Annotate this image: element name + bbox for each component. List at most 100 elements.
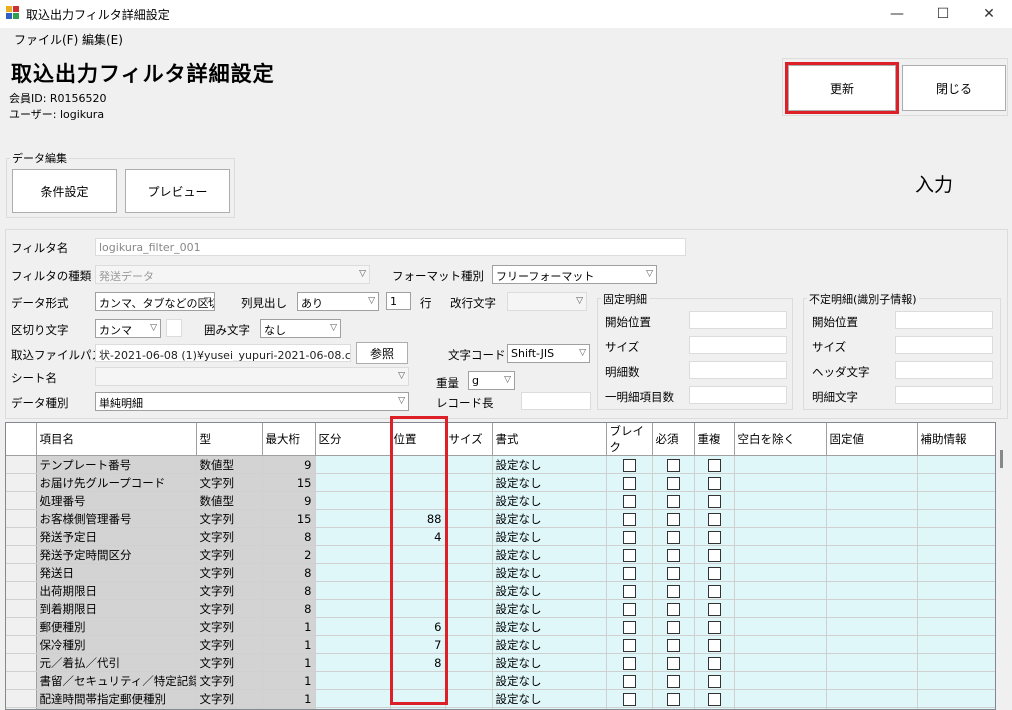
- trim-blank-cell[interactable]: [734, 527, 827, 546]
- trim-blank-cell[interactable]: [734, 509, 827, 528]
- type-cell[interactable]: 数値型: [196, 455, 263, 474]
- checkbox[interactable]: [666, 584, 680, 598]
- checkbox[interactable]: [666, 620, 680, 634]
- checkbox[interactable]: [622, 674, 636, 688]
- duplicate-checkbox-cell[interactable]: [694, 581, 735, 600]
- duplicate-checkbox-cell[interactable]: [694, 545, 735, 564]
- break-checkbox-cell[interactable]: [606, 689, 653, 708]
- checkbox[interactable]: [622, 638, 636, 652]
- table-row[interactable]: 処理番号 数値型 9 設定なし: [6, 491, 995, 510]
- item-name-cell[interactable]: 発送日: [36, 563, 197, 582]
- max-digits-cell[interactable]: 8: [262, 563, 316, 582]
- duplicate-checkbox-cell[interactable]: [694, 563, 735, 582]
- column-header[interactable]: 区分: [315, 423, 391, 456]
- row-header-cell[interactable]: [6, 689, 37, 708]
- close-window-button[interactable]: ✕: [966, 0, 1012, 28]
- aux-info-cell[interactable]: [917, 653, 995, 672]
- duplicate-checkbox-cell[interactable]: [694, 635, 735, 654]
- format-cell[interactable]: 設定なし: [492, 581, 607, 600]
- delimiter-select[interactable]: カンマ ▽: [95, 319, 161, 338]
- row-header-cell[interactable]: [6, 599, 37, 618]
- row-header-cell[interactable]: [6, 653, 37, 672]
- break-checkbox-cell[interactable]: [606, 599, 653, 618]
- data-kind-select[interactable]: 単純明細 ▽: [95, 392, 409, 411]
- aux-info-cell[interactable]: [917, 617, 995, 636]
- checkbox[interactable]: [707, 602, 721, 616]
- max-digits-cell[interactable]: 1: [262, 671, 316, 690]
- fixed-count-input[interactable]: [689, 361, 787, 379]
- trim-blank-cell[interactable]: [734, 653, 827, 672]
- fixed-value-cell[interactable]: [826, 527, 918, 546]
- format-cell[interactable]: 設定なし: [492, 455, 607, 474]
- required-checkbox-cell[interactable]: [652, 581, 695, 600]
- size-cell[interactable]: [445, 689, 493, 708]
- required-checkbox-cell[interactable]: [652, 671, 695, 690]
- required-checkbox-cell[interactable]: [652, 509, 695, 528]
- checkbox[interactable]: [666, 692, 680, 706]
- break-checkbox-cell[interactable]: [606, 563, 653, 582]
- size-cell[interactable]: [445, 581, 493, 600]
- break-checkbox-cell[interactable]: [606, 545, 653, 564]
- item-name-cell[interactable]: お届け先グループコード: [36, 473, 197, 492]
- item-name-cell[interactable]: 保冷種別: [36, 635, 197, 654]
- max-digits-cell[interactable]: 1: [262, 653, 316, 672]
- table-row[interactable]: 郵便種別 文字列 1 6 設定なし: [6, 617, 995, 636]
- checkbox[interactable]: [666, 494, 680, 508]
- aux-info-cell[interactable]: [917, 635, 995, 654]
- required-checkbox-cell[interactable]: [652, 527, 695, 546]
- aux-info-cell[interactable]: [917, 527, 995, 546]
- checkbox[interactable]: [707, 638, 721, 652]
- type-cell[interactable]: 文字列: [196, 599, 263, 618]
- category-cell[interactable]: [315, 671, 391, 690]
- checkbox[interactable]: [707, 692, 721, 706]
- category-cell[interactable]: [315, 527, 391, 546]
- break-checkbox-cell[interactable]: [606, 509, 653, 528]
- column-header[interactable]: 空白を除く: [734, 423, 827, 456]
- fixed-value-cell[interactable]: [826, 617, 918, 636]
- type-cell[interactable]: 文字列: [196, 617, 263, 636]
- size-cell[interactable]: [445, 563, 493, 582]
- category-cell[interactable]: [315, 581, 391, 600]
- browse-button[interactable]: 参照: [356, 342, 408, 364]
- table-row[interactable]: テンプレート番号 数値型 9 設定なし: [6, 455, 995, 474]
- item-name-cell[interactable]: 出荷期限日: [36, 581, 197, 600]
- table-row[interactable]: 発送予定時間区分 文字列 2 設定なし: [6, 545, 995, 564]
- row-header-cell[interactable]: [6, 473, 37, 492]
- checkbox[interactable]: [622, 494, 636, 508]
- type-cell[interactable]: 文字列: [196, 671, 263, 690]
- size-cell[interactable]: [445, 473, 493, 492]
- checkbox[interactable]: [622, 656, 636, 670]
- checkbox[interactable]: [666, 530, 680, 544]
- trim-blank-cell[interactable]: [734, 689, 827, 708]
- break-checkbox-cell[interactable]: [606, 653, 653, 672]
- row-header-cell[interactable]: [6, 509, 37, 528]
- checkbox[interactable]: [622, 602, 636, 616]
- variable-size-input[interactable]: [895, 336, 993, 354]
- checkbox[interactable]: [666, 548, 680, 562]
- fixed-value-cell[interactable]: [826, 671, 918, 690]
- fixed-value-cell[interactable]: [826, 581, 918, 600]
- required-checkbox-cell[interactable]: [652, 455, 695, 474]
- item-name-cell[interactable]: 元／着払／代引: [36, 653, 197, 672]
- checkbox[interactable]: [707, 620, 721, 634]
- max-digits-cell[interactable]: 9: [262, 491, 316, 510]
- fixed-value-cell[interactable]: [826, 599, 918, 618]
- break-checkbox-cell[interactable]: [606, 527, 653, 546]
- max-digits-cell[interactable]: 15: [262, 509, 316, 528]
- checkbox[interactable]: [666, 458, 680, 472]
- category-cell[interactable]: [315, 689, 391, 708]
- checkbox[interactable]: [622, 620, 636, 634]
- size-cell[interactable]: [445, 617, 493, 636]
- column-header[interactable]: 補助情報: [917, 423, 995, 456]
- maximize-button[interactable]: ☐: [920, 0, 966, 28]
- duplicate-checkbox-cell[interactable]: [694, 473, 735, 492]
- required-checkbox-cell[interactable]: [652, 689, 695, 708]
- aux-info-cell[interactable]: [917, 599, 995, 618]
- fixed-value-cell[interactable]: [826, 653, 918, 672]
- menu-edit[interactable]: 編集(E): [82, 31, 123, 48]
- break-checkbox-cell[interactable]: [606, 581, 653, 600]
- max-digits-cell[interactable]: 1: [262, 689, 316, 708]
- type-cell[interactable]: 文字列: [196, 473, 263, 492]
- checkbox[interactable]: [622, 476, 636, 490]
- checkbox[interactable]: [666, 512, 680, 526]
